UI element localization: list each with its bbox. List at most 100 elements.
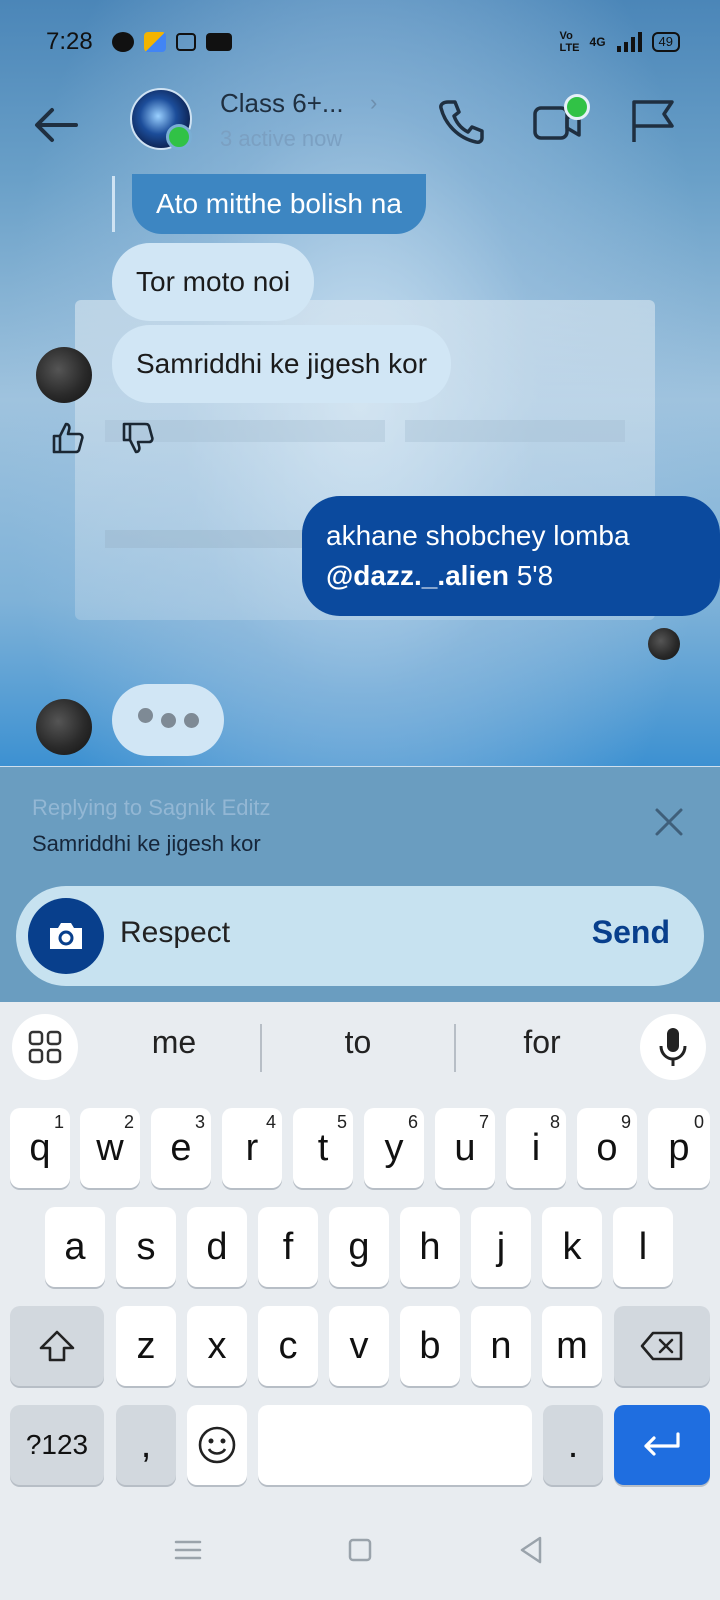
period-key[interactable]: . (543, 1405, 603, 1485)
key-letter: r (245, 1126, 259, 1169)
enter-icon (644, 1432, 680, 1456)
mention[interactable]: @dazz._.alien (326, 560, 509, 591)
key-u[interactable]: u7 (435, 1108, 495, 1188)
outgoing-message[interactable]: akhane shobchey lomba @dazz._.alien 5'8 (302, 496, 720, 616)
key-w[interactable]: w2 (80, 1108, 140, 1188)
key-n[interactable]: n (471, 1306, 531, 1386)
key-y[interactable]: y6 (364, 1108, 424, 1188)
key-a[interactable]: a (45, 1207, 105, 1287)
key-f[interactable]: f (258, 1207, 318, 1287)
key-t[interactable]: t5 (293, 1108, 353, 1188)
battery-indicator: 49 (651, 32, 680, 52)
typing-avatar[interactable] (36, 699, 92, 755)
phone-icon[interactable] (436, 96, 486, 146)
key-k[interactable]: k (542, 1207, 602, 1287)
typing-dot (137, 707, 153, 723)
network-label: 4G (589, 35, 606, 49)
messenger-notification-icon (112, 32, 134, 52)
suggestion-divider (260, 1024, 262, 1072)
message-composer: Send (16, 886, 704, 986)
grid-icon (28, 1030, 62, 1064)
key-number-hint: 1 (53, 1112, 64, 1132)
active-status: 3 active now (220, 126, 343, 151)
symbols-key[interactable]: ?123 (10, 1405, 104, 1485)
key-h[interactable]: h (400, 1207, 460, 1287)
key-i[interactable]: i8 (506, 1108, 566, 1188)
typing-dot (183, 712, 199, 728)
flag-icon[interactable] (628, 96, 678, 146)
system-nav-bar (0, 1500, 720, 1600)
key-m[interactable]: m (542, 1306, 602, 1386)
seen-avatar (648, 628, 680, 660)
camera-button[interactable] (28, 898, 104, 974)
quoted-message[interactable]: Ato mitthe bolish na (132, 174, 426, 234)
reply-bar: Replying to Sagnik Editz Samriddhi ke ji… (0, 766, 720, 887)
key-v[interactable]: v (329, 1306, 389, 1386)
chat-header: Class 6+... › 3 active now (0, 88, 720, 178)
notification-icons (112, 32, 232, 52)
keyboard-menu-button[interactable] (12, 1014, 78, 1080)
key-r[interactable]: r4 (222, 1108, 282, 1188)
thumbs-down-icon[interactable] (120, 420, 156, 456)
key-letter: i (531, 1126, 541, 1169)
send-button[interactable]: Send (592, 914, 670, 951)
enter-key[interactable] (614, 1405, 710, 1485)
backspace-key[interactable] (614, 1306, 710, 1386)
incoming-message[interactable]: Tor moto noi (112, 243, 315, 321)
key-s[interactable]: s (116, 1207, 176, 1287)
key-x[interactable]: x (187, 1306, 247, 1386)
key-p[interactable]: p0 (648, 1108, 710, 1188)
key-letter: e (170, 1126, 192, 1169)
home-icon[interactable] (340, 1530, 380, 1570)
key-c[interactable]: c (258, 1306, 318, 1386)
thumbs-up-icon[interactable] (50, 420, 86, 456)
status-time: 7:28 (46, 28, 93, 55)
typing-dot (160, 712, 176, 728)
chevron-right-icon[interactable]: › (370, 90, 377, 116)
key-z[interactable]: z (116, 1306, 176, 1386)
key-b[interactable]: b (400, 1306, 460, 1386)
outgoing-rest: 5'8 (508, 560, 554, 591)
key-number-hint: 9 (620, 1112, 631, 1132)
signal-icon (616, 32, 642, 52)
reply-recipient: Sagnik Editz (148, 795, 271, 820)
emoji-key[interactable] (187, 1405, 247, 1485)
key-d[interactable]: d (187, 1207, 247, 1287)
key-number-hint: 6 (407, 1112, 418, 1132)
key-number-hint: 7 (478, 1112, 489, 1132)
group-name[interactable]: Class 6+... (220, 88, 344, 119)
suggestion[interactable]: me (104, 1024, 244, 1061)
key-number-hint: 3 (194, 1112, 205, 1132)
key-g[interactable]: g (329, 1207, 389, 1287)
shift-key[interactable] (10, 1306, 104, 1386)
back-nav-icon[interactable] (512, 1530, 552, 1570)
incoming-message[interactable]: Samriddhi ke jigesh kor (112, 325, 452, 403)
key-o[interactable]: o9 (577, 1108, 637, 1188)
key-number-hint: 0 (693, 1112, 704, 1132)
key-letter: t (317, 1126, 329, 1169)
backspace-icon (640, 1331, 683, 1361)
key-l[interactable]: l (613, 1207, 673, 1287)
suggestion[interactable]: to (288, 1024, 428, 1061)
close-icon[interactable] (652, 805, 686, 839)
typing-indicator (112, 684, 224, 756)
menu-icon[interactable] (168, 1530, 208, 1570)
youtube-icon (206, 33, 232, 51)
space-key[interactable] (258, 1405, 532, 1485)
key-e[interactable]: e3 (151, 1108, 211, 1188)
outgoing-line: akhane shobchey lomba (326, 520, 630, 551)
key-letter: y (384, 1126, 404, 1169)
sender-avatar[interactable] (36, 347, 92, 403)
key-j[interactable]: j (471, 1207, 531, 1287)
video-online-indicator (564, 94, 590, 120)
key-letter: q (29, 1126, 51, 1169)
key-q[interactable]: q1 (10, 1108, 70, 1188)
suggestion[interactable]: for (472, 1024, 612, 1061)
volte-icon: Vo LTE (559, 30, 580, 54)
back-arrow-icon[interactable] (30, 102, 84, 148)
message-input[interactable] (120, 916, 540, 950)
comma-key[interactable]: , (116, 1405, 176, 1485)
key-number-hint: 2 (123, 1112, 134, 1132)
camera-icon (50, 923, 82, 949)
voice-input-button[interactable] (640, 1014, 706, 1080)
